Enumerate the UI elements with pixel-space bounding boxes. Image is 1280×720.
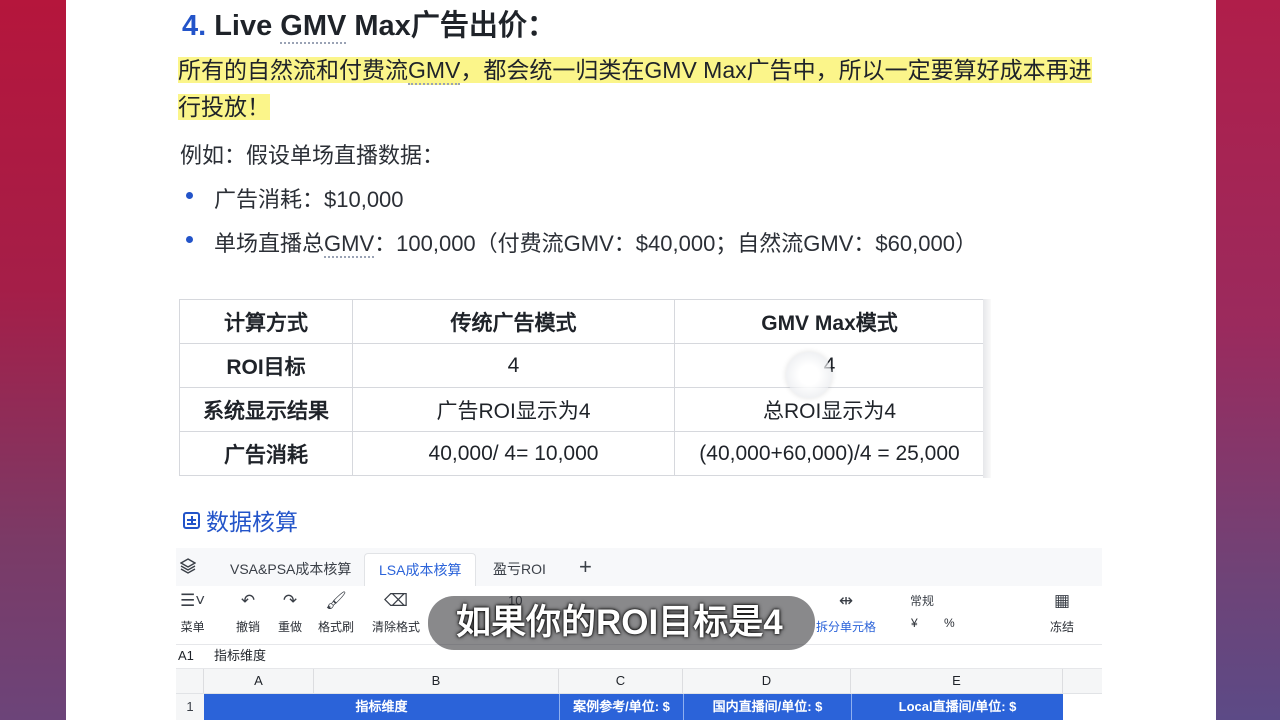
table-header-cell: GMV Max模式: [674, 299, 985, 344]
table-row: ROI目标 4 4: [179, 343, 985, 388]
sheet-header-cell[interactable]: 指标维度: [204, 694, 559, 720]
table-row: 1 指标维度 案例参考/单位: $ 国内直播间/单位: $ Local直播间/单…: [176, 694, 1102, 720]
table-scroll-shadow: [983, 299, 991, 478]
row-number[interactable]: 1: [176, 694, 204, 720]
add-sheet-icon[interactable]: +: [579, 553, 592, 581]
redo-icon: ↷: [282, 591, 298, 610]
tab-profit-roi[interactable]: 盈亏ROI: [479, 553, 560, 586]
sheet-icon: [183, 511, 200, 529]
table-cell: 40,000/ 4= 10,000: [352, 431, 675, 476]
bullet-ad-spend: 广告消耗：$10,000: [214, 187, 404, 212]
currency-button[interactable]: ¥: [911, 616, 918, 630]
table-header-row: 计算方式 传统广告模式 GMV Max模式: [179, 299, 985, 344]
table-header-cell: 计算方式: [179, 299, 353, 344]
eraser-icon: ⌫: [383, 591, 409, 610]
column-header[interactable]: C: [559, 669, 683, 693]
comparison-table: 计算方式 传统广告模式 GMV Max模式 ROI目标 4 4 系统显示结果 广…: [179, 299, 985, 476]
clear-format-button[interactable]: ⌫ 清除格式: [372, 590, 420, 635]
table-cell: 总ROI显示为4: [674, 387, 985, 432]
heading-number: 4.: [182, 10, 207, 42]
table-row: 广告消耗 40,000/ 4= 10,000 (40,000+60,000)/4…: [179, 431, 985, 476]
bullet-dot: [186, 192, 193, 199]
video-subtitle: 如果你的ROI目标是4: [428, 596, 815, 650]
bullet-total-gmv: 单场直播总GMV：100,000（付费流GMV：$40,000；自然流GMV：$…: [214, 231, 977, 258]
sheet-tab-bar: VSA&PSA成本核算 LSA成本核算 盈亏ROI +: [176, 548, 1102, 587]
left-gradient-border: [0, 0, 66, 720]
highlighted-paragraph: 所有的自然流和付费流GMV，都会统一归类在GMV Max广告中，所以一定要算好成…: [178, 57, 1092, 120]
column-header[interactable]: E: [851, 669, 1063, 693]
undo-icon: ↶: [240, 591, 256, 610]
table-header-cell: 传统广告模式: [352, 299, 675, 344]
format-painter-button[interactable]: 🖌 格式刷: [318, 590, 354, 635]
tab-lsa[interactable]: LSA成本核算: [364, 553, 477, 587]
gmv-term[interactable]: GMV: [280, 10, 347, 44]
gmv-term[interactable]: GMV: [324, 231, 375, 258]
number-format-select[interactable]: 常规: [910, 590, 934, 612]
freeze-icon: ▦: [1053, 591, 1071, 610]
tab-vsa-psa[interactable]: VSA&PSA成本核算: [216, 553, 365, 586]
table-cell: (40,000+60,000)/4 = 25,000: [674, 431, 985, 476]
table-cell: 4: [352, 343, 675, 388]
table-row-label: 广告消耗: [179, 431, 353, 476]
brush-icon: 🖌: [325, 591, 347, 610]
table-row-label: 系统显示结果: [179, 387, 353, 432]
corner-cell[interactable]: [176, 669, 204, 693]
column-header[interactable]: D: [683, 669, 851, 693]
column-header[interactable]: A: [204, 669, 314, 693]
column-header[interactable]: B: [314, 669, 559, 693]
sheet-header-cell[interactable]: 国内直播间/单位: $: [683, 694, 851, 720]
split-icon: ⇹: [838, 591, 854, 610]
section-heading: 4. Live GMV Max广告出价：: [182, 10, 556, 44]
menu-button[interactable]: ☰˅ 菜单: [180, 590, 205, 635]
sheet-header-cell[interactable]: 案例参考/单位: $: [559, 694, 683, 720]
split-cells-button[interactable]: ⇹ 拆分单元格: [816, 590, 876, 635]
bullet-dot: [186, 236, 193, 243]
formula-input[interactable]: 指标维度: [214, 644, 266, 668]
redo-button[interactable]: ↷ 重做: [278, 590, 302, 635]
layers-icon[interactable]: [180, 558, 196, 574]
undo-button[interactable]: ↶ 撤销: [236, 590, 260, 635]
gmv-term[interactable]: GMV: [408, 57, 461, 85]
table-row: 系统显示结果 广告ROI显示为4 总ROI显示为4: [179, 387, 985, 432]
right-gradient-border: [1216, 0, 1280, 720]
freeze-button[interactable]: ▦ 冻结: [1050, 590, 1074, 635]
column-header-row: A B C D E: [176, 669, 1102, 694]
cursor-highlight: [786, 352, 832, 398]
menu-icon: ☰˅: [180, 591, 206, 610]
example-intro: 例如：假设单场直播数据：: [180, 143, 445, 168]
percent-button[interactable]: %: [944, 616, 955, 630]
data-calculation-link[interactable]: 数据核算: [183, 503, 298, 537]
sheet-header-cell[interactable]: Local直播间/单位: $: [851, 694, 1063, 720]
table-row-label: ROI目标: [179, 343, 353, 388]
table-cell: 广告ROI显示为4: [352, 387, 675, 432]
cell-reference[interactable]: A1: [178, 644, 194, 668]
